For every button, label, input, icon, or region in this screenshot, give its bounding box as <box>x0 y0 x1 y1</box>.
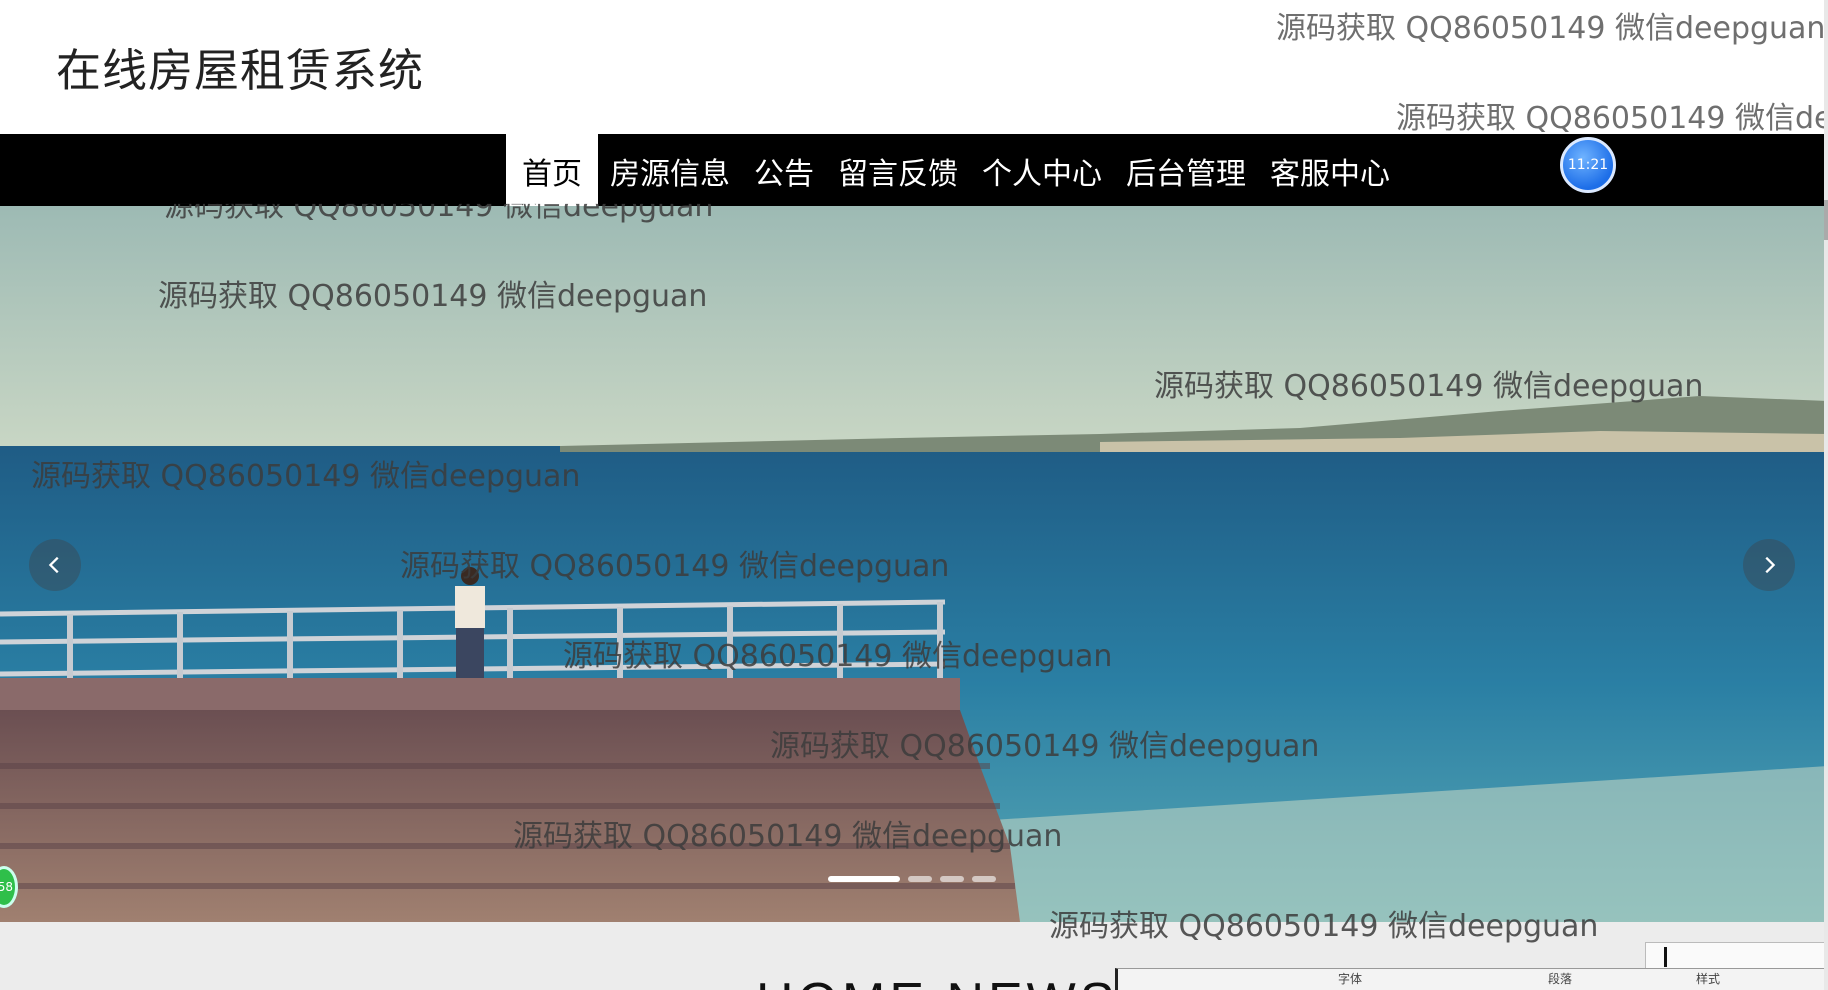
nav-item-profile[interactable]: 个人中心 <box>970 134 1114 206</box>
carousel-dot-3[interactable] <box>940 876 964 882</box>
carousel-dot-4[interactable] <box>972 876 996 882</box>
carousel-dot-1[interactable] <box>828 876 900 882</box>
home-news-section: HOME NEWS 字体 段落 样式 <box>0 922 1828 990</box>
banner-image <box>0 206 1828 922</box>
nav-item-feedback[interactable]: 留言反馈 <box>826 134 970 206</box>
toolbar-paragraph-label[interactable]: 段落 <box>1548 970 1572 987</box>
chevron-right-icon <box>1765 556 1776 574</box>
carousel-indicators <box>828 876 996 882</box>
chevron-left-icon <box>48 556 59 574</box>
site-header: 在线房屋租赁系统 <box>0 0 1828 134</box>
clock-badge[interactable]: 11:21 <box>1560 137 1616 193</box>
nav-item-admin[interactable]: 后台管理 <box>1114 134 1258 206</box>
site-title: 在线房屋租赁系统 <box>56 44 425 97</box>
text-cursor <box>1664 947 1667 967</box>
toolbar-font-label[interactable]: 字体 <box>1338 970 1362 987</box>
scrollbar-thumb[interactable] <box>1824 200 1828 240</box>
next-slide-button[interactable] <box>1743 539 1795 591</box>
section-title: HOME NEWS <box>756 972 1118 990</box>
main-nav: 首页 房源信息 公告 留言反馈 个人中心 后台管理 客服中心 11:21 <box>0 134 1828 206</box>
page: 在线房屋租赁系统 首页 房源信息 公告 留言反馈 个人中心 后台管理 客服中心 … <box>0 0 1828 990</box>
nav-item-announcements[interactable]: 公告 <box>742 134 826 206</box>
toolbar-style-label[interactable]: 样式 <box>1696 970 1720 987</box>
prev-slide-button[interactable] <box>29 539 81 591</box>
carousel-dot-2[interactable] <box>908 876 932 882</box>
nav-item-home[interactable]: 首页 <box>506 134 598 206</box>
banner-carousel: 58 <box>0 206 1828 922</box>
nav-item-customer-service[interactable]: 客服中心 <box>1258 134 1402 206</box>
nav-menu: 首页 房源信息 公告 留言反馈 个人中心 后台管理 客服中心 <box>506 134 1402 206</box>
nav-item-listings[interactable]: 房源信息 <box>598 134 742 206</box>
page-scrollbar[interactable] <box>1824 0 1828 990</box>
editor-toolbar: 字体 段落 样式 <box>1115 968 1828 990</box>
